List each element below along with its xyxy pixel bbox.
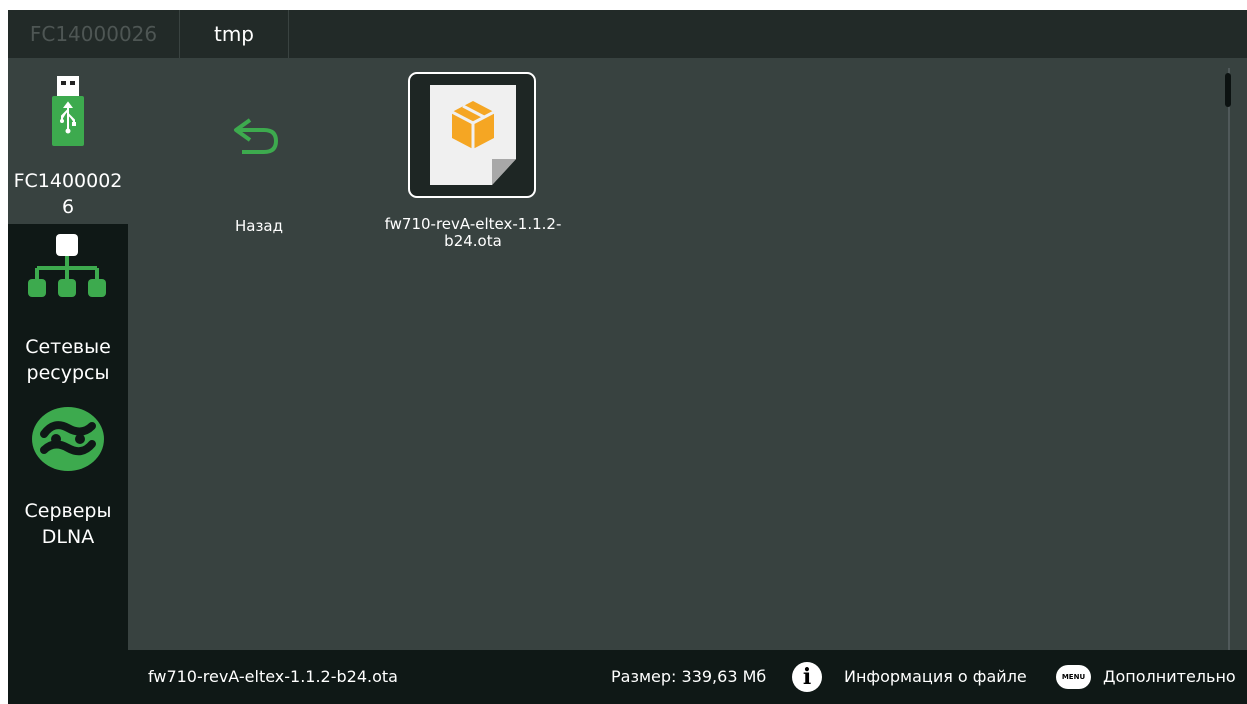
package-file-icon [430,85,516,185]
sidebar-item-usb-drive[interactable]: FC14000026 [8,58,128,224]
sidebar: FC14000026 Сетевые ресурсы Серверы DLNA [8,58,128,704]
scrollbar-thumb[interactable] [1225,73,1231,107]
dlna-icon [32,407,104,471]
more-options-label: Дополнительно [1103,667,1236,686]
scrollbar-track[interactable] [1228,68,1230,650]
selection-frame [408,72,536,198]
file-name-label: fw710-revA-eltex-1.1.2-b24.ota [384,215,562,250]
sidebar-item-label: FC14000026 [13,170,123,218]
media-browser-screen: FC14000026 tmp FC14000026 Сетевые ресурс… [8,10,1247,704]
file-info-label: Информация о файле [844,667,1027,686]
sidebar-item-label: Сетевые ресурсы [25,336,111,384]
breadcrumb-root[interactable]: FC14000026 [8,10,179,58]
info-key-glyph: i [802,664,812,690]
back-label: Назад [234,217,283,235]
info-icon[interactable]: i [792,662,822,692]
usb-drive-icon [52,76,84,146]
network-tree-icon [28,234,106,297]
back-arrow-icon [234,118,279,154]
breadcrumb-current[interactable]: tmp [179,10,289,58]
menu-key-glyph: MENU [1061,673,1086,681]
menu-key-icon[interactable]: MENU [1056,665,1091,689]
file-size: Размер: 339,63 Мб [611,667,767,686]
breadcrumb: FC14000026 tmp [8,10,1247,58]
sidebar-item-label: Серверы DLNA [24,500,112,548]
selected-file-name: fw710-revA-eltex-1.1.2-b24.ota [148,667,398,686]
sidebar-item-network-resources[interactable]: Сетевые ресурсы [8,224,128,394]
sidebar-item-dlna-servers[interactable]: Серверы DLNA [8,394,128,564]
status-bar: fw710-revA-eltex-1.1.2-b24.ota Размер: 3… [128,650,1247,704]
file-grid: Назад fw710-revA-eltex-1.1.2-b24.ota [128,58,1247,648]
